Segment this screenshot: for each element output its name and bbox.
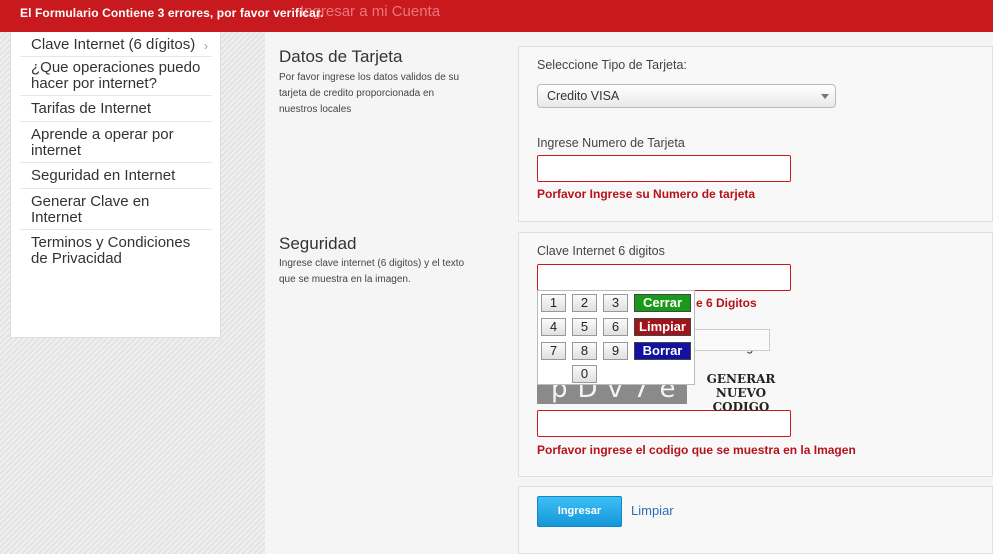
sidebar-item-clave-internet[interactable]: Clave Internet (6 dígitos) › [20, 32, 212, 57]
keypad-key-4[interactable]: 4 [541, 318, 566, 336]
virtual-keypad: 1 2 3 Cerrar 4 5 6 Limpiar 7 8 9 Borrar … [537, 290, 695, 385]
sidebar-item-seguridad[interactable]: Seguridad en Internet [20, 163, 212, 189]
clave-error: e 6 Digitos [696, 296, 757, 310]
card-number-error: Porfavor Ingrese su Numero de tarjeta [537, 187, 756, 201]
section-title-seguridad: Seguridad [279, 234, 357, 253]
sidebar-item-label: ¿Que operaciones puedo hacer por interne… [31, 59, 201, 92]
sidebar-menu: Clave Internet (6 dígitos) › ¿Que operac… [10, 32, 221, 338]
keypad-key-6[interactable]: 6 [603, 318, 628, 336]
keypad-key-9[interactable]: 9 [603, 342, 628, 360]
new-code-label-2: NUEVO CODIGO [712, 386, 770, 414]
sidebar-item-label: Seguridad en Internet [31, 167, 176, 184]
sidebar-item-label: Clave Internet (6 dígitos) [31, 36, 196, 53]
sidebar-item-label: Tarifas de Internet [31, 100, 152, 117]
image-label-box [690, 329, 770, 351]
section-desc-seguridad: Ingrese clave internet (6 digitos) y el … [279, 258, 465, 285]
section-title-tarjeta: Datos de Tarjeta [279, 47, 403, 66]
sidebar-item-aprende[interactable]: Aprende a operar por internet [20, 122, 212, 163]
keypad-key-0[interactable]: 0 [572, 365, 597, 383]
keypad-cerrar-button[interactable]: Cerrar [634, 294, 691, 312]
sidebar-item-label: Aprende a operar por internet [31, 126, 174, 159]
captcha-error: Porfavor ingrese el codigo que se muestr… [537, 443, 856, 457]
card-number-label: Ingrese Numero de Tarjeta [537, 136, 685, 150]
clave-label: Clave Internet 6 digitos [537, 244, 665, 258]
error-banner-message: El Formulario Contiene 3 errores, por fa… [20, 6, 324, 20]
sidebar-item-terminos[interactable]: Terminos y Condiciones de Privacidad [20, 230, 212, 270]
clave-input[interactable] [537, 264, 791, 291]
keypad-key-1[interactable]: 1 [541, 294, 566, 312]
card-type-label: Seleccione Tipo de Tarjeta: [537, 58, 687, 72]
limpiar-link[interactable]: Limpiar [631, 503, 674, 518]
card-number-input[interactable] [537, 155, 791, 182]
chevron-right-icon: › [204, 39, 208, 53]
captcha-input[interactable] [537, 410, 791, 437]
ingresar-button[interactable]: Ingresar [537, 496, 622, 527]
generate-new-code-button[interactable]: GENERAR NUEVO CODIGO [690, 372, 792, 414]
section-desc-tarjeta: Por favor ingrese los datos validos de s… [279, 72, 460, 115]
sidebar-item-label: Generar Clave en Internet [31, 193, 150, 226]
sidebar-item-operaciones[interactable]: ¿Que operaciones puedo hacer por interne… [20, 57, 212, 96]
keypad-key-7[interactable]: 7 [541, 342, 566, 360]
keypad-borrar-button[interactable]: Borrar [634, 342, 691, 360]
keypad-key-5[interactable]: 5 [572, 318, 597, 336]
card-type-select[interactable]: Credito VISA [537, 84, 836, 108]
error-banner: Ingresar a mi Cuenta El Formulario Conti… [0, 0, 993, 32]
card-type-value: Credito VISA [547, 89, 620, 103]
sidebar-item-label: Terminos y Condiciones de Privacidad [31, 234, 191, 267]
keypad-limpiar-button[interactable]: Limpiar [634, 318, 691, 336]
keypad-key-8[interactable]: 8 [572, 342, 597, 360]
sidebar-item-generar-clave[interactable]: Generar Clave en Internet [20, 189, 212, 230]
new-code-label-1: GENERAR [706, 372, 776, 386]
sidebar-item-tarifas[interactable]: Tarifas de Internet [20, 96, 212, 122]
keypad-key-2[interactable]: 2 [572, 294, 597, 312]
keypad-key-3[interactable]: 3 [603, 294, 628, 312]
tarjeta-panel: Seleccione Tipo de Tarjeta: Credito VISA… [518, 46, 993, 222]
dropdown-arrow-icon [821, 94, 829, 99]
